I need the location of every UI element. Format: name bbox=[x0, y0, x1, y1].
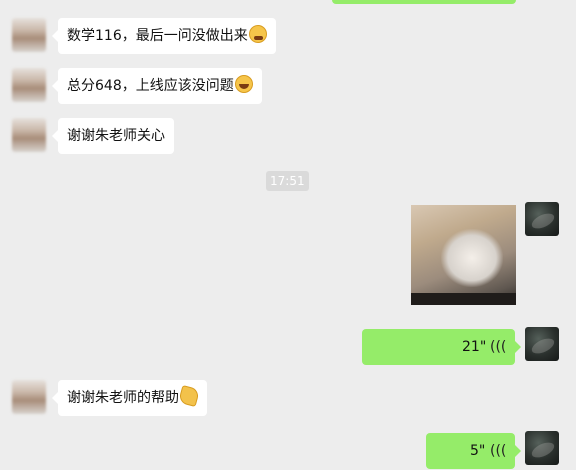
wipe-sweat-emoji-icon bbox=[248, 25, 267, 43]
voice-wave-icon: ((( bbox=[490, 339, 507, 355]
self-avatar[interactable] bbox=[525, 431, 559, 465]
self-avatar[interactable] bbox=[525, 202, 559, 236]
voice-message-bubble[interactable]: 5" ((( bbox=[426, 433, 521, 469]
voice-duration: 21" bbox=[462, 339, 487, 355]
laugh-cry-emoji-icon bbox=[234, 75, 253, 93]
message-timestamp: 17:51 bbox=[266, 171, 309, 191]
sent-photo[interactable] bbox=[411, 205, 516, 305]
photo-cloud-shape bbox=[441, 229, 503, 287]
message-bubble[interactable]: 谢谢朱老师关心 bbox=[52, 118, 174, 154]
contact-avatar[interactable] bbox=[12, 68, 46, 102]
message-text: 谢谢朱老师关心 bbox=[67, 128, 165, 144]
photo-ground-shape bbox=[411, 293, 516, 305]
voice-wave-icon: ((( bbox=[490, 443, 507, 459]
voice-duration: 5" bbox=[470, 443, 486, 459]
previous-message-bubble-edge bbox=[332, 0, 516, 4]
contact-avatar[interactable] bbox=[12, 18, 46, 52]
message-bubble[interactable]: 数学116，最后一问没做出来 bbox=[52, 18, 276, 54]
message-text: 总分648，上线应该没问题 bbox=[67, 78, 234, 94]
message-text: 数学116，最后一问没做出来 bbox=[67, 28, 248, 44]
contact-avatar[interactable] bbox=[12, 380, 46, 414]
contact-avatar[interactable] bbox=[12, 118, 46, 152]
message-text: 谢谢朱老师的帮助 bbox=[67, 390, 179, 406]
message-bubble[interactable]: 总分648，上线应该没问题 bbox=[52, 68, 262, 104]
voice-message-bubble[interactable]: 21" ((( bbox=[362, 329, 521, 365]
self-avatar[interactable] bbox=[525, 327, 559, 361]
pray-hands-emoji-icon bbox=[177, 384, 201, 408]
message-bubble[interactable]: 谢谢朱老师的帮助 bbox=[52, 380, 207, 416]
